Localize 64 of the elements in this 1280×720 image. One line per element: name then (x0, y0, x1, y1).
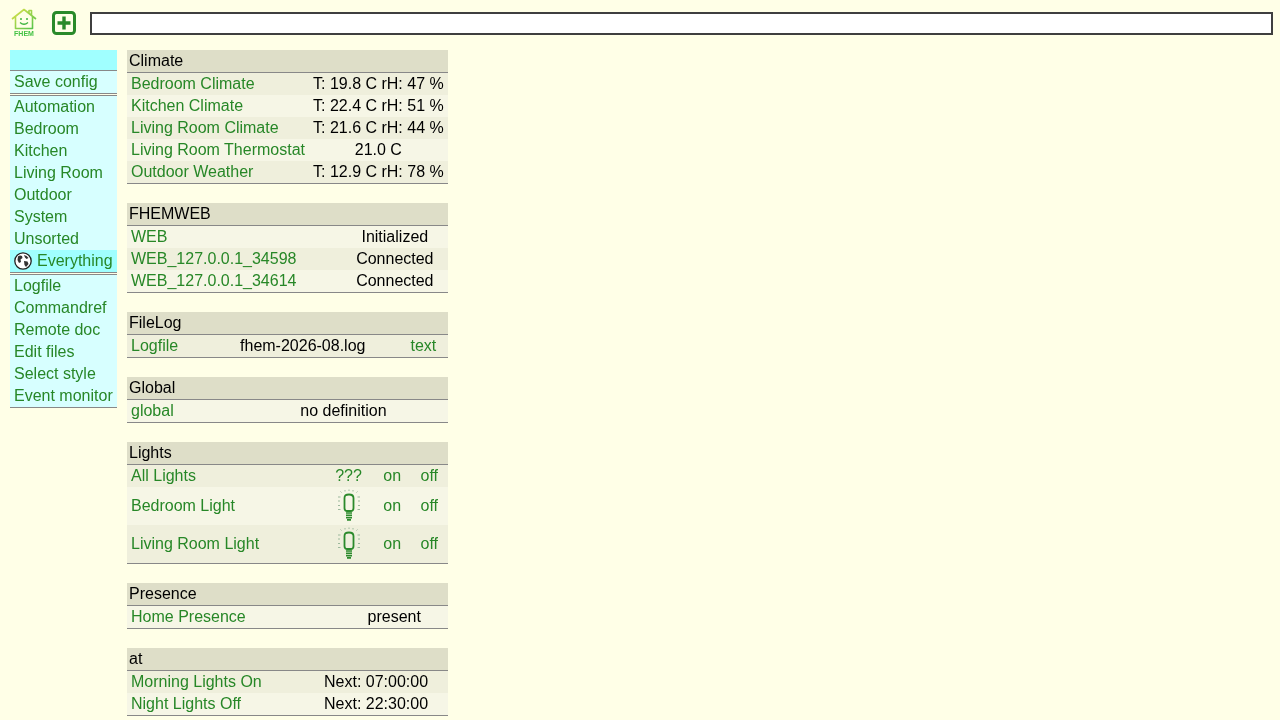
device-link[interactable]: WEB (131, 228, 168, 245)
device-link[interactable]: Morning Lights On (131, 673, 262, 690)
menu-link[interactable]: Automation (10, 96, 117, 118)
command-link[interactable]: off (420, 497, 439, 514)
state-text: Next: 22:30:00 (324, 695, 429, 712)
menu-link[interactable]: Kitchen (10, 140, 117, 162)
group-title: Climate (127, 50, 448, 73)
state-text: 21.0 C (354, 141, 402, 158)
state-text: T: 12.9 C rH: 78 % (313, 163, 444, 180)
state-text: present (367, 608, 421, 625)
menu-link[interactable]: Everything (10, 250, 117, 272)
menu-link[interactable]: Outdoor (10, 184, 117, 206)
group-title: Lights (127, 442, 448, 465)
command-link[interactable]: on (383, 535, 402, 552)
group-title: FileLog (127, 312, 448, 335)
group-title: Global (127, 377, 448, 400)
menu-link[interactable]: Unsorted (10, 228, 117, 250)
globe-icon (14, 252, 32, 270)
menu-link[interactable]: Bedroom (10, 118, 117, 140)
menu-link[interactable]: System (10, 206, 117, 228)
command-field[interactable] (90, 11, 1273, 35)
menu-link[interactable]: Living Room (10, 162, 117, 184)
device-link[interactable]: Living Room Climate (131, 119, 279, 136)
command-link[interactable]: text (410, 337, 437, 354)
add-button[interactable] (52, 11, 76, 35)
command-link[interactable]: on (383, 467, 402, 484)
menu-link[interactable]: Event monitor (10, 385, 117, 407)
device-link[interactable]: Bedroom Light (131, 497, 236, 514)
state-text: T: 22.4 C rH: 51 % (313, 97, 444, 114)
house-icon (10, 8, 38, 30)
device-link[interactable]: global (131, 402, 174, 419)
device-link[interactable]: Night Lights Off (131, 695, 241, 712)
device-link[interactable]: Bedroom Climate (131, 75, 255, 92)
device-link[interactable]: Kitchen Climate (131, 97, 244, 114)
plus-icon (52, 11, 76, 35)
device-link[interactable]: WEB_127.0.0.1_34598 (131, 250, 297, 267)
device-link[interactable]: All Lights (131, 467, 196, 484)
menu-link[interactable]: Select style (10, 363, 117, 385)
state-text: no definition (300, 402, 387, 419)
device-link[interactable]: Outdoor Weather (131, 163, 254, 180)
device-link[interactable]: Living Room Thermostat (131, 141, 305, 158)
menu-link[interactable]: Remote doc (10, 319, 117, 341)
device-link[interactable]: Living Room Light (131, 535, 260, 552)
group-title: Presence (127, 583, 448, 606)
state-link[interactable]: ??? (335, 467, 362, 484)
device-link[interactable]: Home Presence (131, 608, 246, 625)
state-text: Initialized (361, 228, 429, 245)
menu-link[interactable]: Commandref (10, 297, 117, 319)
state-text: Next: 07:00:00 (324, 673, 429, 690)
command-link[interactable]: off (420, 467, 439, 484)
command-link[interactable]: on (383, 497, 402, 514)
state-text: T: 19.8 C rH: 47 % (313, 75, 444, 92)
file-name: fhem-2026-08.log (240, 337, 366, 354)
state-text: Connected (356, 272, 434, 289)
device-link[interactable]: Logfile (131, 337, 179, 354)
menu-link[interactable]: Edit files (10, 341, 117, 363)
group-title: at (127, 648, 448, 671)
menu-link[interactable]: Save config (10, 71, 117, 93)
state-text: Connected (356, 250, 434, 267)
group-title: FHEMWEB (127, 203, 448, 226)
command-link[interactable]: off (420, 535, 439, 552)
state-text: T: 21.6 C rH: 44 % (313, 119, 444, 136)
device-link[interactable]: WEB_127.0.0.1_34614 (131, 272, 297, 289)
menu-link[interactable]: Logfile (10, 275, 117, 297)
